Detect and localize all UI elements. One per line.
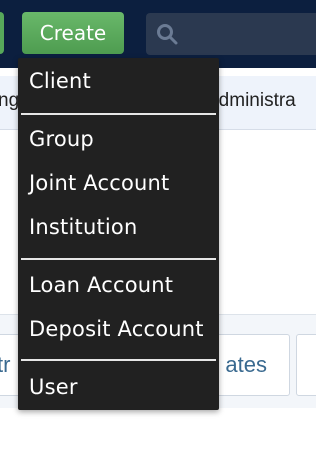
subnav-item-administration[interactable]: Administra xyxy=(206,90,296,112)
search-icon xyxy=(157,24,178,45)
menu-item-joint-account[interactable]: Joint Account xyxy=(18,163,219,203)
menu-divider xyxy=(21,113,216,115)
search-input[interactable] xyxy=(146,13,316,55)
menu-item-group[interactable]: Group xyxy=(18,119,219,159)
create-dropdown-menu: Client Group Joint Account Institution L… xyxy=(18,58,219,410)
app-stage: Create ng Administra tr ates Client Grou… xyxy=(0,0,316,454)
menu-item-loan-account[interactable]: Loan Account xyxy=(18,265,219,305)
menu-item-client[interactable]: Client xyxy=(18,61,219,101)
menu-divider xyxy=(21,258,216,260)
create-button[interactable]: Create xyxy=(22,12,124,54)
menu-item-institution[interactable]: Institution xyxy=(18,207,219,247)
menu-divider xyxy=(21,359,216,361)
nav-button-partial[interactable] xyxy=(0,12,4,54)
menu-item-deposit-account[interactable]: Deposit Account xyxy=(18,309,219,349)
tab-partial-right[interactable] xyxy=(296,334,316,396)
subnav-item-partial[interactable]: ng xyxy=(0,90,19,112)
menu-item-user[interactable]: User xyxy=(18,367,219,407)
